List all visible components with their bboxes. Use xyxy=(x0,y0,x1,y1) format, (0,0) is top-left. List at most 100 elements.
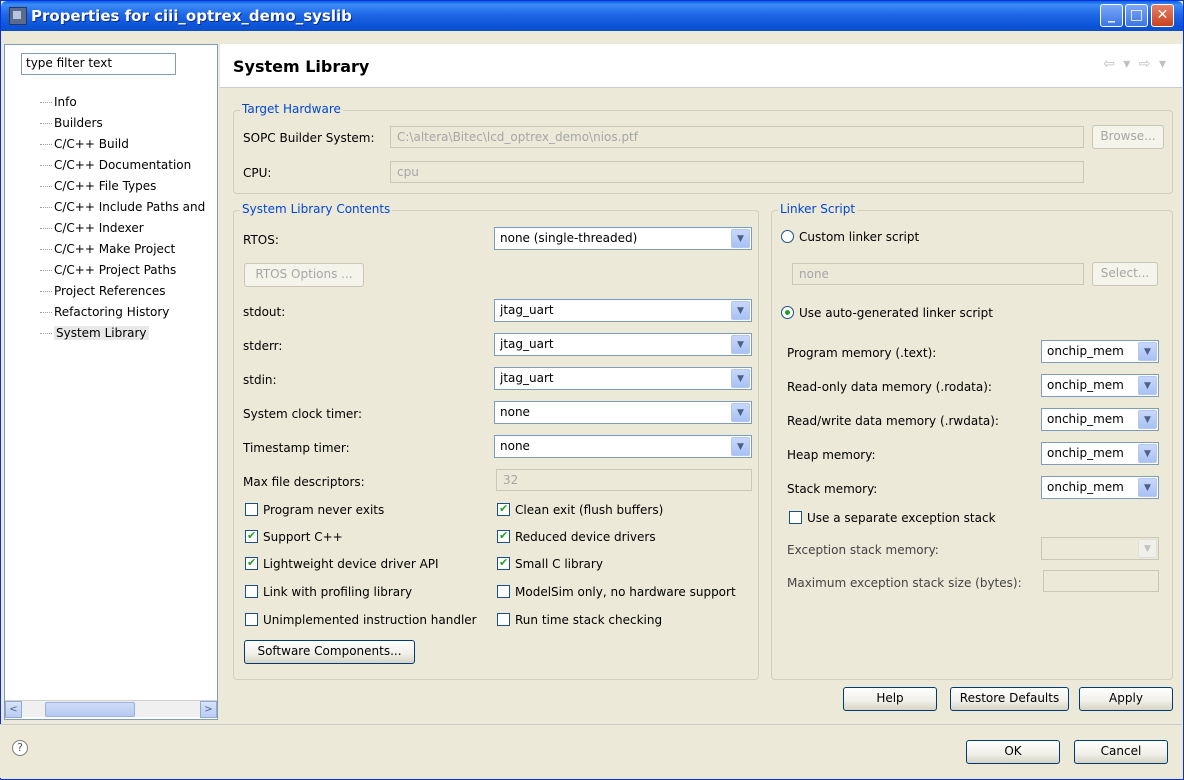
tree-item[interactable]: System Library xyxy=(36,323,216,344)
cpu-field[interactable]: cpu xyxy=(390,161,1084,183)
chevron-down-icon[interactable]: ▼ xyxy=(1138,539,1157,558)
select-button[interactable]: Select... xyxy=(1092,262,1158,286)
stderr-select[interactable]: jtag_uart ▼ xyxy=(494,333,752,356)
checkbox-label: Link with profiling library xyxy=(263,585,413,599)
separate-exception-stack-checkbox[interactable]: Use a separate exception stack xyxy=(789,511,996,525)
help-icon[interactable]: ? xyxy=(12,740,28,756)
reduced-drivers-checkbox[interactable]: Reduced device drivers xyxy=(497,529,656,544)
cancel-button[interactable]: Cancel xyxy=(1074,740,1168,764)
checkbox-box[interactable] xyxy=(497,556,510,570)
auto-linker-radio[interactable]: Use auto-generated linker script xyxy=(781,306,993,320)
clean-exit-checkbox[interactable]: Clean exit (flush buffers) xyxy=(497,502,664,517)
stack-memory-label: Stack memory: xyxy=(787,482,878,496)
tree-item-label: C/C++ Project Paths xyxy=(54,263,177,277)
tree-item[interactable]: C/C++ Build xyxy=(36,134,216,155)
checkbox-box[interactable] xyxy=(497,613,510,626)
checkbox-box[interactable] xyxy=(497,502,510,516)
checkbox-box[interactable] xyxy=(245,585,258,598)
help-button[interactable]: Help xyxy=(843,687,937,711)
restore-defaults-button[interactable]: Restore Defaults xyxy=(950,687,1069,711)
timestamp-select[interactable]: none ▼ xyxy=(494,435,752,458)
tree-item[interactable]: C/C++ Project Paths xyxy=(36,260,216,281)
tree-item[interactable]: C/C++ Documentation xyxy=(36,155,216,176)
browse-button[interactable]: Browse... xyxy=(1092,125,1164,149)
checkbox-box[interactable] xyxy=(245,613,258,626)
rodata-memory-select[interactable]: onchip_mem ▼ xyxy=(1041,374,1159,397)
custom-linker-field[interactable]: none xyxy=(792,263,1084,285)
chevron-down-icon[interactable]: ▼ xyxy=(1138,410,1157,429)
program-memory-select[interactable]: onchip_mem ▼ xyxy=(1041,340,1159,363)
stack-memory-select[interactable]: onchip_mem ▼ xyxy=(1041,476,1159,499)
tree-item[interactable]: Info xyxy=(36,92,216,113)
tree-item[interactable]: Builders xyxy=(36,113,216,134)
heap-memory-select[interactable]: onchip_mem ▼ xyxy=(1041,442,1159,465)
close-button[interactable]: ✕ xyxy=(1151,4,1174,27)
tree-item[interactable]: C/C++ Include Paths and xyxy=(36,197,216,218)
unimplemented-handler-checkbox[interactable]: Unimplemented instruction handler xyxy=(245,613,477,627)
nav-arrows-icon[interactable]: ⇦ ▾ ⇨ ▾ xyxy=(1103,56,1168,72)
checkbox-box[interactable] xyxy=(245,556,258,570)
chevron-down-icon[interactable]: ▼ xyxy=(731,437,750,456)
tree-item[interactable]: Refactoring History xyxy=(36,302,216,323)
radio-dot[interactable] xyxy=(781,230,794,243)
checkbox-box[interactable] xyxy=(497,585,510,598)
radio-dot[interactable] xyxy=(781,306,794,319)
scroll-thumb[interactable] xyxy=(45,702,135,717)
checkbox-box[interactable] xyxy=(789,511,802,524)
custom-linker-radio[interactable]: Custom linker script xyxy=(781,230,919,244)
sysclk-value: none xyxy=(500,405,530,419)
maximize-button[interactable]: □ xyxy=(1125,4,1148,27)
chevron-down-icon[interactable]: ▼ xyxy=(731,335,750,354)
checkbox-label: Clean exit (flush buffers) xyxy=(515,503,664,517)
scroll-right-icon[interactable]: > xyxy=(200,701,217,718)
exception-size-field[interactable] xyxy=(1043,570,1159,592)
stack-checking-checkbox[interactable]: Run time stack checking xyxy=(497,613,662,627)
scroll-left-icon[interactable]: < xyxy=(5,701,22,718)
stdout-select[interactable]: jtag_uart ▼ xyxy=(494,299,752,322)
tree-item[interactable]: C/C++ Make Project xyxy=(36,239,216,260)
chevron-down-icon[interactable]: ▼ xyxy=(1138,342,1157,361)
title-bar[interactable]: Properties for ciii_optrex_demo_syslib _… xyxy=(1,1,1183,31)
modelsim-checkbox[interactable]: ModelSim only, no hardware support xyxy=(497,585,736,599)
maxfd-label: Max file descriptors: xyxy=(243,475,365,489)
checkbox-label: Support C++ xyxy=(263,530,343,544)
tree-item[interactable]: Project References xyxy=(36,281,216,302)
checkbox-box[interactable] xyxy=(497,529,510,543)
maxfd-field[interactable]: 32 xyxy=(496,469,752,491)
exception-memory-select[interactable]: ▼ xyxy=(1041,537,1159,560)
rwdata-memory-select[interactable]: onchip_mem ▼ xyxy=(1041,408,1159,431)
chevron-down-icon[interactable]: ▼ xyxy=(1138,376,1157,395)
heap-memory-label: Heap memory: xyxy=(787,448,876,462)
tree-item[interactable]: C/C++ Indexer xyxy=(36,218,216,239)
sysclk-select[interactable]: none ▼ xyxy=(494,401,752,424)
sopc-field[interactable]: C:\altera\Bitec\lcd_optrex_demo\nios.ptf xyxy=(390,126,1084,148)
support-cpp-checkbox[interactable]: Support C++ xyxy=(245,529,343,544)
rtos-options-button[interactable]: RTOS Options ... xyxy=(244,263,364,287)
program-never-exits-checkbox[interactable]: Program never exits xyxy=(245,503,384,517)
tree-horizontal-scrollbar[interactable]: < > xyxy=(5,700,217,718)
tree-item[interactable]: C/C++ File Types xyxy=(36,176,216,197)
chevron-down-icon[interactable]: ▼ xyxy=(1138,478,1157,497)
rtos-select[interactable]: none (single-threaded) ▼ xyxy=(494,227,752,250)
apply-button[interactable]: Apply xyxy=(1079,687,1173,711)
profiling-checkbox[interactable]: Link with profiling library xyxy=(245,585,412,599)
chevron-down-icon[interactable]: ▼ xyxy=(731,369,750,388)
window-title: Properties for ciii_optrex_demo_syslib xyxy=(31,7,352,25)
small-c-checkbox[interactable]: Small C library xyxy=(497,556,603,571)
ok-button[interactable]: OK xyxy=(966,740,1060,764)
filter-input[interactable]: type filter text xyxy=(21,53,176,75)
heap-memory-value: onchip_mem xyxy=(1047,446,1124,460)
software-components-button[interactable]: Software Components... xyxy=(244,640,415,664)
exception-memory-label: Exception stack memory: xyxy=(787,543,939,557)
page-title: System Library xyxy=(233,57,370,76)
chevron-down-icon[interactable]: ▼ xyxy=(731,403,750,422)
chevron-down-icon[interactable]: ▼ xyxy=(1138,444,1157,463)
checkbox-box[interactable] xyxy=(245,529,258,543)
stdin-select[interactable]: jtag_uart ▼ xyxy=(494,367,752,390)
program-memory-value: onchip_mem xyxy=(1047,344,1124,358)
checkbox-box[interactable] xyxy=(245,503,258,516)
chevron-down-icon[interactable]: ▼ xyxy=(731,301,750,320)
lightweight-api-checkbox[interactable]: Lightweight device driver API xyxy=(245,556,439,571)
chevron-down-icon[interactable]: ▼ xyxy=(731,229,750,248)
minimize-button[interactable]: _ xyxy=(1100,4,1123,27)
